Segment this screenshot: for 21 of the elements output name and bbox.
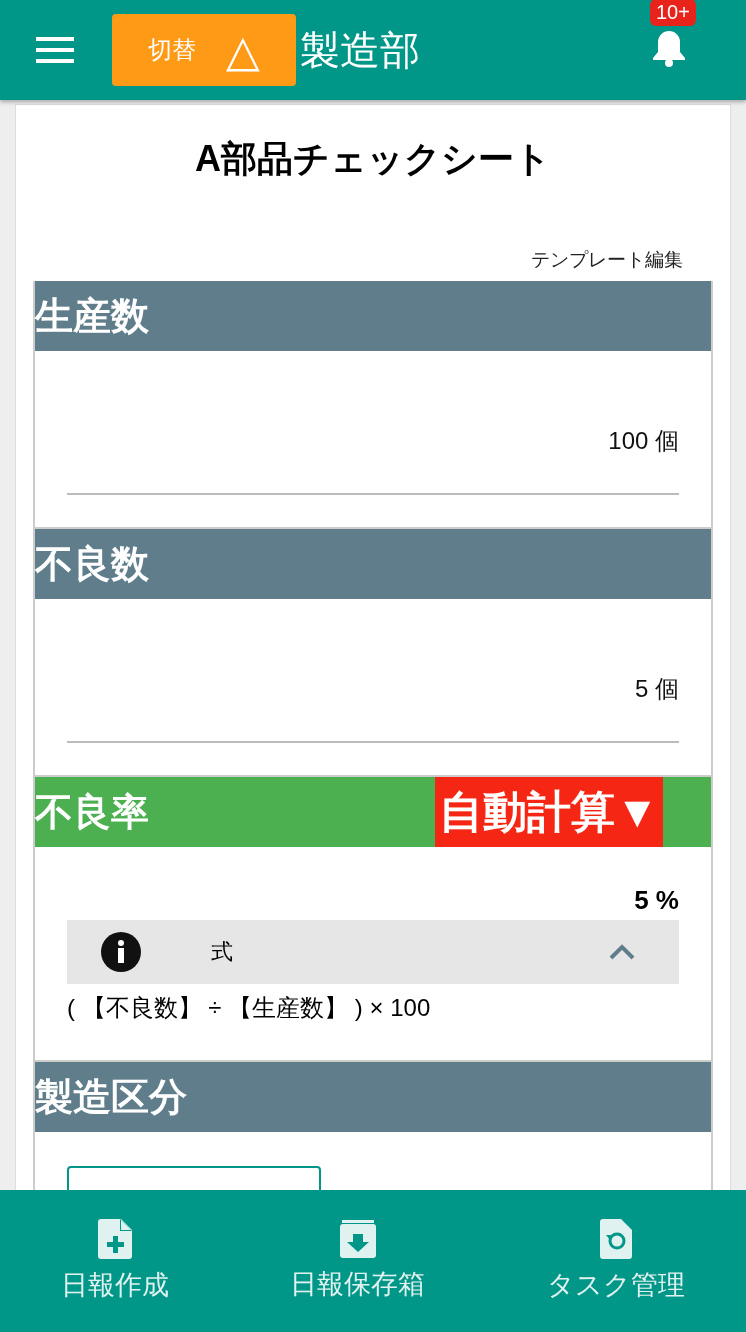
calculated-value: 5 %	[634, 885, 679, 915]
section-title: 不良数	[35, 541, 149, 587]
bell-icon[interactable]	[652, 29, 686, 67]
menu-icon[interactable]	[36, 37, 74, 63]
archive-icon	[340, 1220, 376, 1258]
department-title: 製造部	[300, 26, 420, 74]
chevron-icon	[609, 944, 635, 960]
notification-badge: 10+	[650, 0, 696, 26]
file-plus-icon	[97, 1219, 132, 1259]
template-edit-link[interactable]: テンプレート編集	[33, 205, 713, 281]
section-title: 製造区分	[35, 1074, 187, 1120]
formula-header[interactable]: 式	[67, 920, 679, 984]
formula-text: ( 【不良数】 ÷ 【生産数】 ) × 100	[67, 993, 432, 1023]
section-title: 生産数	[35, 293, 149, 339]
section-title: 不良率	[35, 789, 149, 835]
value-field[interactable]: 5 個	[67, 599, 679, 743]
info-icon	[101, 932, 141, 972]
auto-calc-badge: 自動計算▼	[435, 777, 663, 847]
sheet-title: A部品チェックシート	[195, 138, 551, 179]
value-field[interactable]: 100 個	[67, 351, 679, 495]
file-refresh-icon	[600, 1219, 633, 1259]
